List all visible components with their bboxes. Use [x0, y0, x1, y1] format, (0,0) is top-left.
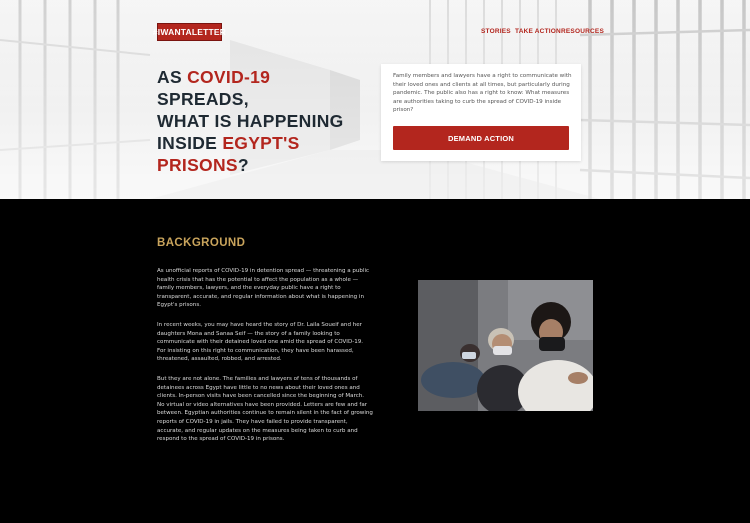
background-paragraph-1: As unofficial reports of COVID-19 in det… [157, 268, 370, 309]
hero-card-text: Family members and lawyers have a right … [393, 73, 572, 114]
hero-call-to-action-card: Family members and lawyers have a right … [381, 64, 581, 161]
hero-headline: AS COVID-19 SPREADS, WHAT IS HAPPENING I… [157, 67, 344, 175]
nav-stories[interactable]: STORIES [481, 28, 511, 35]
background-heading: BACKGROUND [157, 237, 246, 249]
hero-section: #IWANTALETTER STORIES TAKE ACTION RESOUR… [0, 0, 750, 199]
background-paragraph-2: In recent weeks, you may have heard the … [157, 322, 364, 363]
prison-corridor-backdrop [0, 0, 750, 199]
background-paragraph-3: But they are not alone. The families and… [157, 376, 373, 443]
background-section: BACKGROUND As unofficial reports of COVI… [0, 199, 750, 523]
family-photo-illustration [418, 280, 593, 411]
demand-action-button[interactable]: DEMAND ACTION [393, 126, 569, 150]
nav-resources[interactable]: RESOURCES [561, 28, 604, 35]
nav-take-action[interactable]: TAKE ACTION [515, 28, 561, 35]
family-photo [418, 280, 593, 411]
site-logo[interactable]: #IWANTALETTER [153, 23, 226, 41]
